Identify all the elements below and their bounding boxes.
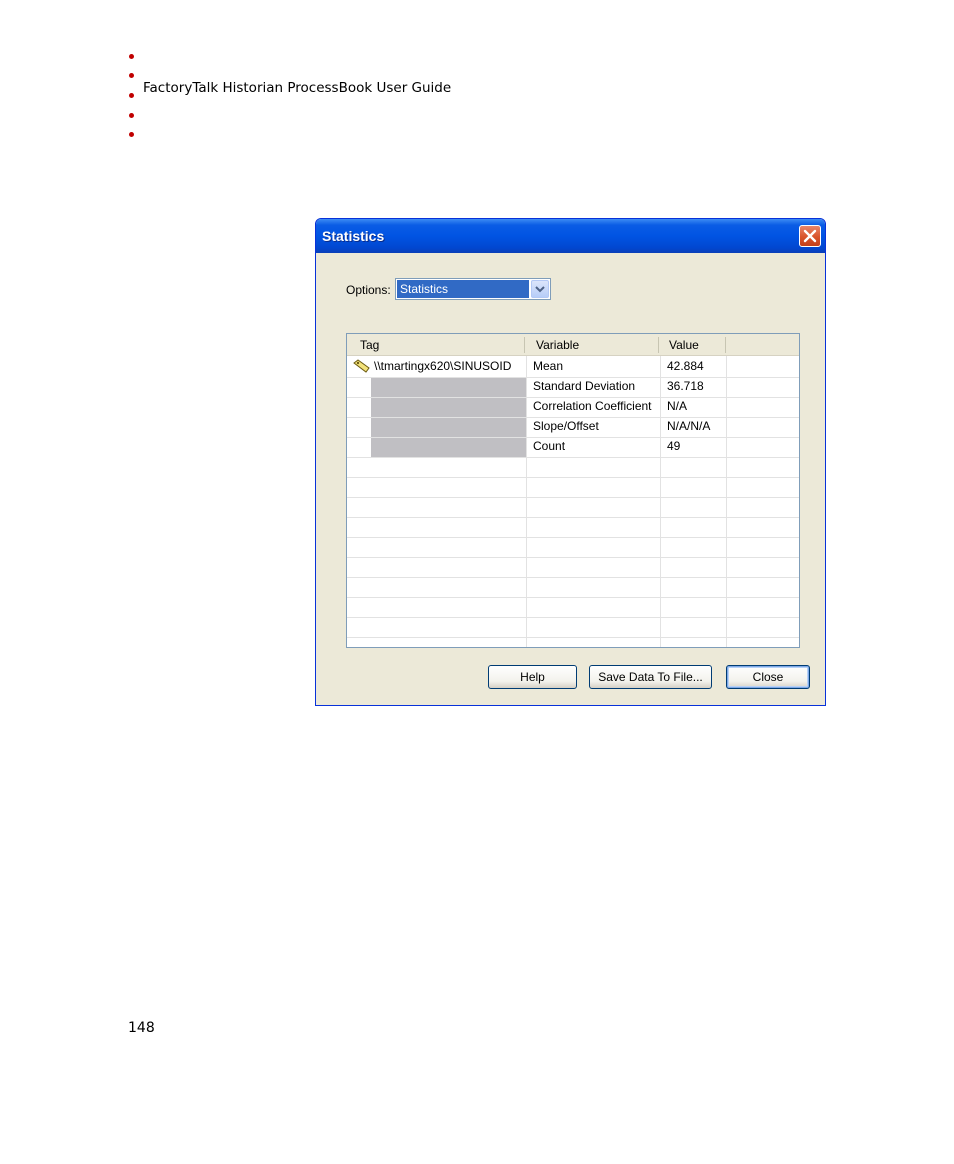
bullet: [129, 73, 134, 78]
column-separator[interactable]: [725, 337, 726, 353]
grid-line: [347, 477, 799, 478]
options-selected-value: Statistics: [397, 280, 529, 298]
value-cell[interactable]: 49: [667, 437, 680, 456]
options-label: Options:: [346, 283, 391, 297]
value-cell[interactable]: 42.884: [667, 357, 704, 376]
bullet: [129, 132, 134, 137]
document-header-title: FactoryTalk Historian ProcessBook User G…: [143, 80, 452, 96]
save-data-button[interactable]: Save Data To File...: [589, 665, 712, 689]
close-x-glyph: [803, 229, 817, 243]
statistics-table: Tag Variable Value \\tmartingx620\SINUSO…: [346, 333, 800, 648]
column-separator[interactable]: [524, 337, 525, 353]
chevron-down-icon[interactable]: [531, 280, 549, 298]
tag-glyph: [353, 359, 370, 373]
bullet: [129, 54, 134, 59]
tag-name[interactable]: \\tmartingx620\SINUSOID: [374, 357, 511, 376]
close-icon[interactable]: [799, 225, 821, 247]
bullet: [129, 93, 134, 98]
grid-line: [347, 537, 799, 538]
table-header: Tag Variable Value: [347, 334, 799, 356]
variable-cell[interactable]: Standard Deviation: [533, 377, 635, 396]
grid-line: [660, 356, 661, 647]
dialog-titlebar[interactable]: Statistics: [316, 219, 825, 253]
grid-line: [347, 617, 799, 618]
dialog-title: Statistics: [322, 228, 385, 244]
statistics-dialog: Statistics Options: Statistics Tag Varia…: [315, 218, 826, 706]
column-separator[interactable]: [658, 337, 659, 353]
page-number: 148: [128, 1020, 155, 1036]
grid-line: [347, 597, 799, 598]
help-button[interactable]: Help: [488, 665, 577, 689]
grid-line: [347, 577, 799, 578]
column-header-value[interactable]: Value: [661, 334, 725, 356]
dialog-client: Options: Statistics Tag Variable Value \…: [319, 253, 822, 702]
variable-cell[interactable]: Count: [533, 437, 565, 456]
grid-line: [347, 497, 799, 498]
close-button[interactable]: Close: [726, 665, 810, 689]
value-cell[interactable]: N/A: [667, 397, 687, 416]
options-select[interactable]: Statistics: [395, 278, 551, 300]
variable-cell[interactable]: Slope/Offset: [533, 417, 599, 436]
grid-line: [347, 457, 799, 458]
value-cell[interactable]: N/A/N/A: [667, 417, 710, 436]
grid-line: [347, 637, 799, 638]
grid-line: [726, 356, 727, 647]
grid-line: [347, 437, 799, 438]
column-header-variable[interactable]: Variable: [528, 334, 658, 356]
value-cell[interactable]: 36.718: [667, 377, 704, 396]
grid-line: [347, 517, 799, 518]
variable-cell[interactable]: Mean: [533, 357, 563, 376]
variable-cell[interactable]: Correlation Coefficient: [533, 397, 652, 416]
grid-line: [347, 557, 799, 558]
chevron-glyph: [535, 286, 545, 293]
grid-line: [526, 356, 527, 647]
column-header-tag[interactable]: Tag: [352, 334, 524, 356]
bullet: [129, 113, 134, 118]
tag-icon: [353, 359, 371, 379]
